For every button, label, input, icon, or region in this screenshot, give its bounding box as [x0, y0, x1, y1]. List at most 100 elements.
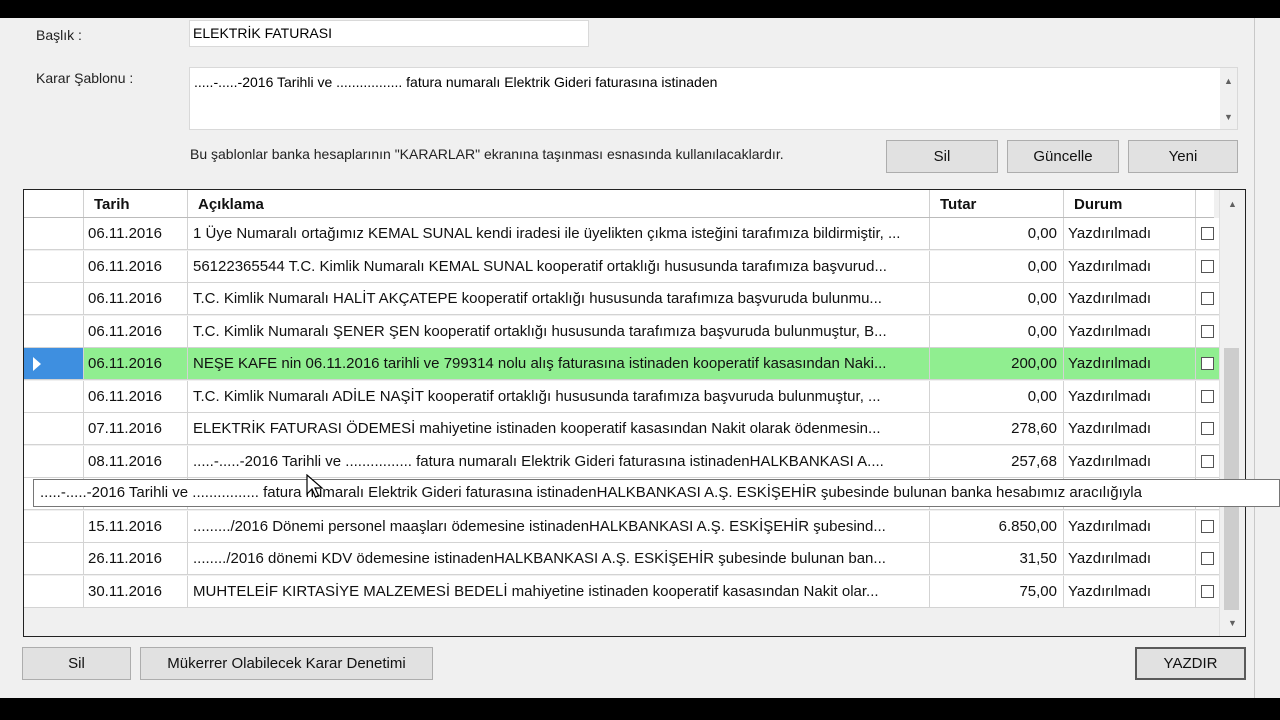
row-checkbox[interactable] — [1201, 227, 1214, 240]
cell-tarih[interactable]: 07.11.2016 — [84, 413, 188, 445]
sablon-textarea[interactable]: .....-.....-2016 Tarihli ve ............… — [189, 67, 1238, 130]
table-row[interactable]: 06.11.2016 NEŞE KAFE nin 06.11.2016 tarih… — [24, 348, 1220, 380]
cell-check[interactable] — [1196, 348, 1220, 380]
cell-durum[interactable]: Yazdırılmadı — [1064, 250, 1196, 283]
row-header[interactable] — [24, 413, 84, 445]
cell-check[interactable] — [1196, 543, 1220, 575]
cell-durum[interactable]: Yazdırılmadı — [1064, 445, 1196, 478]
row-header[interactable] — [24, 315, 84, 348]
cell-tutar[interactable]: 257,68 — [930, 445, 1064, 478]
row-checkbox[interactable] — [1201, 552, 1214, 565]
row-checkbox[interactable] — [1201, 259, 1214, 273]
cell-durum[interactable]: Yazdırılmadı — [1064, 543, 1196, 575]
row-checkbox[interactable] — [1201, 292, 1214, 305]
cell-aciklama[interactable]: NEŞE KAFE nin 06.11.2016 tarihli ve 7993… — [188, 348, 930, 380]
cell-durum[interactable]: Yazdırılmadı — [1064, 218, 1196, 250]
cell-aciklama[interactable]: T.C. Kimlik Numaralı HALİT AKÇATEPE koop… — [188, 283, 930, 315]
table-row[interactable]: 30.11.2016 MUHTELEİF KIRTASİYE MALZEMESİ … — [24, 575, 1220, 608]
cell-check[interactable] — [1196, 316, 1220, 348]
row-header[interactable] — [24, 218, 84, 250]
row-header[interactable] — [24, 575, 84, 608]
cell-check[interactable] — [1196, 511, 1220, 543]
row-checkbox[interactable] — [1201, 422, 1214, 435]
row-checkbox[interactable] — [1201, 357, 1214, 370]
row-checkbox[interactable] — [1201, 324, 1214, 338]
cell-aciklama[interactable]: ........./2016 Dönemi personel maaşları … — [188, 510, 930, 543]
cell-tutar[interactable]: 0,00 — [930, 218, 1064, 250]
row-header[interactable] — [24, 543, 84, 575]
cell-tarih[interactable]: 08.11.2016 — [84, 445, 188, 478]
template-update-button[interactable]: Güncelle — [1007, 140, 1119, 173]
cell-durum[interactable]: Yazdırılmadı — [1064, 413, 1196, 445]
decisions-grid[interactable]: Tarih Açıklama Tutar Durum 06.11.2016 1 Ü… — [23, 189, 1246, 637]
cell-aciklama[interactable]: ELEKTRİK FATURASI ÖDEMESİ mahiyetine ist… — [188, 413, 930, 445]
row-header[interactable] — [24, 348, 84, 380]
cell-aciklama[interactable]: 1 Üye Numaralı ortağımız KEMAL SUNAL ken… — [188, 218, 930, 250]
cell-durum[interactable]: Yazdırılmadı — [1064, 510, 1196, 543]
row-checkbox[interactable] — [1201, 584, 1214, 598]
cell-tarih[interactable]: 06.11.2016 — [84, 218, 188, 250]
scroll-down-arrow-icon[interactable]: ▼ — [1220, 108, 1237, 125]
cell-tarih[interactable]: 06.11.2016 — [84, 250, 188, 283]
row-header[interactable] — [24, 250, 84, 283]
cell-aciklama[interactable]: MUHTELEİF KIRTASİYE MALZEMESİ BEDELİ mah… — [188, 575, 930, 608]
cell-check[interactable] — [1196, 576, 1220, 608]
cell-tarih[interactable]: 06.11.2016 — [84, 348, 188, 380]
cell-durum[interactable]: Yazdırılmadı — [1064, 380, 1196, 413]
sablon-scrollbar[interactable]: ▲ ▼ — [1220, 68, 1237, 129]
cell-durum[interactable]: Yazdırılmadı — [1064, 348, 1196, 380]
cell-tarih[interactable]: 06.11.2016 — [84, 283, 188, 315]
baslik-input[interactable]: ELEKTRİK FATURASI — [189, 20, 589, 47]
duplicate-check-button[interactable]: Mükerrer Olabilecek Karar Denetimi — [140, 647, 433, 680]
table-row[interactable]: 06.11.2016 1 Üye Numaralı ortağımız KEMAL… — [24, 218, 1220, 250]
cell-aciklama[interactable]: ......../2016 dönemi KDV ödemesine istin… — [188, 543, 930, 575]
cell-tutar[interactable]: 6.850,00 — [930, 510, 1064, 543]
cell-aciklama[interactable]: T.C. Kimlik Numaralı ADİLE NAŞİT koopera… — [188, 380, 930, 413]
cell-durum[interactable]: Yazdırılmadı — [1064, 283, 1196, 315]
cell-tutar[interactable]: 0,00 — [930, 380, 1064, 413]
scroll-down-arrow-icon[interactable]: ▼ — [1224, 614, 1241, 631]
cell-aciklama[interactable]: T.C. Kimlik Numaralı ŞENER ŞEN kooperati… — [188, 315, 930, 348]
template-delete-button[interactable]: Sil — [886, 140, 998, 173]
delete-button[interactable]: Sil — [22, 647, 131, 680]
cell-tutar[interactable]: 31,50 — [930, 543, 1064, 575]
scroll-up-arrow-icon[interactable]: ▲ — [1224, 195, 1241, 212]
cell-tarih[interactable]: 06.11.2016 — [84, 315, 188, 348]
print-button[interactable]: YAZDIR — [1135, 647, 1246, 680]
table-row[interactable]: 06.11.2016 56122365544 T.C. Kimlik Numara… — [24, 250, 1220, 283]
cell-aciklama[interactable]: 56122365544 T.C. Kimlik Numaralı KEMAL S… — [188, 250, 930, 283]
cell-durum[interactable]: Yazdırılmadı — [1064, 575, 1196, 608]
cell-tutar[interactable]: 0,00 — [930, 315, 1064, 348]
row-header[interactable] — [24, 283, 84, 315]
row-header[interactable] — [24, 445, 84, 478]
table-row[interactable]: 06.11.2016 T.C. Kimlik Numaralı HALİT AK… — [24, 283, 1220, 315]
cell-check[interactable] — [1196, 283, 1220, 315]
cell-tarih[interactable]: 06.11.2016 — [84, 380, 188, 413]
row-header[interactable] — [24, 510, 84, 543]
row-checkbox[interactable] — [1201, 519, 1214, 533]
table-row[interactable]: 08.11.2016 .....-.....-2016 Tarihli ve ..… — [24, 445, 1220, 478]
cell-tutar[interactable]: 0,00 — [930, 250, 1064, 283]
table-row[interactable]: 07.11.2016 ELEKTRİK FATURASI ÖDEMESİ mahi… — [24, 413, 1220, 445]
cell-check[interactable] — [1196, 251, 1220, 283]
table-row[interactable]: 06.11.2016 T.C. Kimlik Numaralı ADİLE NA… — [24, 380, 1220, 413]
cell-check[interactable] — [1196, 218, 1220, 250]
row-checkbox[interactable] — [1201, 389, 1214, 403]
cell-aciklama[interactable]: .....-.....-2016 Tarihli ve ............… — [188, 445, 930, 478]
scroll-up-arrow-icon[interactable]: ▲ — [1220, 72, 1237, 89]
cell-tutar[interactable]: 200,00 — [930, 348, 1064, 380]
table-row[interactable]: 06.11.2016 T.C. Kimlik Numaralı ŞENER ŞE… — [24, 315, 1220, 348]
grid-scrollbar[interactable]: ▲ ▼ — [1219, 190, 1245, 636]
row-checkbox[interactable] — [1201, 454, 1214, 468]
header-tarih[interactable]: Tarih — [84, 190, 188, 217]
row-header[interactable] — [24, 380, 84, 413]
cell-tarih[interactable]: 15.11.2016 — [84, 510, 188, 543]
cell-check[interactable] — [1196, 413, 1220, 445]
table-row[interactable]: 26.11.2016 ......../2016 dönemi KDV ödeme… — [24, 543, 1220, 575]
template-new-button[interactable]: Yeni — [1128, 140, 1238, 173]
cell-tutar[interactable]: 278,60 — [930, 413, 1064, 445]
cell-check[interactable] — [1196, 381, 1220, 413]
header-tutar[interactable]: Tutar — [930, 190, 1064, 217]
header-aciklama[interactable]: Açıklama — [188, 190, 930, 217]
cell-tutar[interactable]: 75,00 — [930, 575, 1064, 608]
